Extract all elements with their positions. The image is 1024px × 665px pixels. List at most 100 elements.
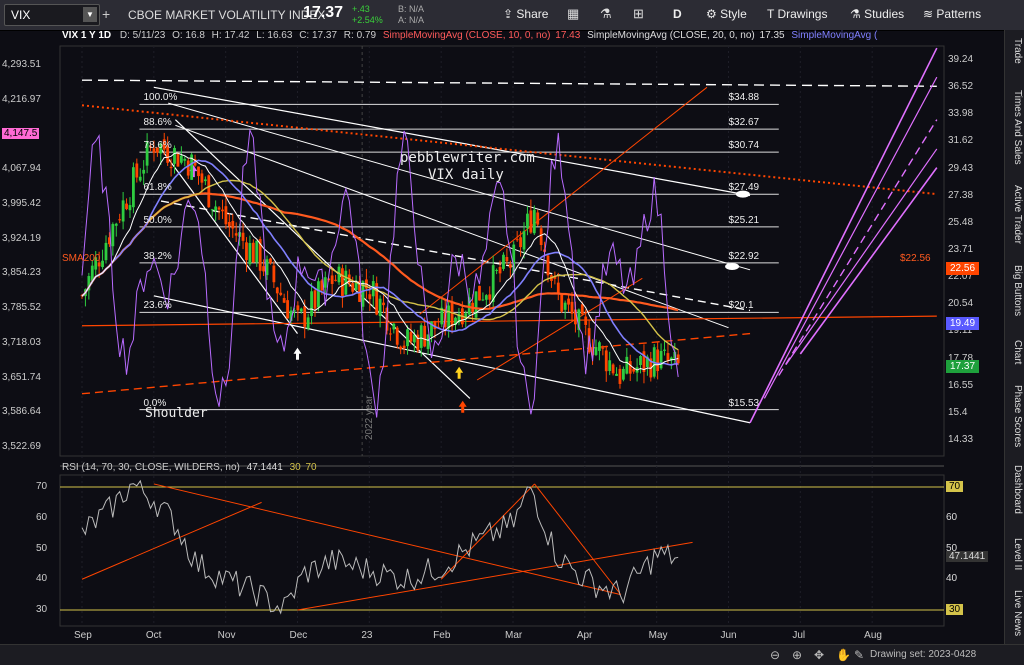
candle-body xyxy=(104,242,108,261)
candle-body xyxy=(639,355,642,366)
left-axis-label: 4,293.51 xyxy=(2,59,41,70)
candle-body xyxy=(611,364,615,374)
trend-line xyxy=(81,315,937,327)
candle-body xyxy=(419,325,423,348)
candle-body xyxy=(382,302,385,306)
candle-body xyxy=(231,221,235,229)
candle-body xyxy=(299,308,303,312)
rsi-panel xyxy=(60,479,944,615)
price-change: +.43 +2.54% xyxy=(352,4,383,26)
grid-icon[interactable]: ▦ xyxy=(567,6,579,22)
candle-body xyxy=(488,294,492,300)
candle-body xyxy=(580,304,584,315)
sidebar-tab-chart[interactable]: Chart xyxy=(1007,340,1023,364)
candle-body xyxy=(491,265,495,303)
candle-body xyxy=(604,350,608,372)
candle-body xyxy=(526,213,529,229)
x-axis-label: Nov xyxy=(217,630,236,641)
candle-body xyxy=(197,166,200,177)
sidebar-tab-phase-scores[interactable]: Phase Scores xyxy=(1007,385,1023,447)
candle-body xyxy=(221,209,224,212)
rsi-trend-line xyxy=(297,541,693,611)
rsi-left-label: 30 xyxy=(36,604,48,615)
candle-body xyxy=(601,347,605,349)
grid-settings-icon[interactable]: ⊞ xyxy=(633,6,644,22)
style-button[interactable]: ⚙ Style xyxy=(706,7,747,21)
candle-body xyxy=(659,350,663,369)
legend-header: VIX 1 Y 1D xyxy=(62,30,112,41)
candle-body xyxy=(286,300,289,319)
sidebar-tab-live-news[interactable]: Live News xyxy=(1007,590,1023,636)
change-value: +.43 xyxy=(352,4,370,14)
bid-value: B: N/A xyxy=(398,4,425,14)
candle-body xyxy=(628,361,632,374)
zoom-out-icon[interactable]: ⊖ xyxy=(770,648,780,662)
sidebar-tab-trade[interactable]: Trade xyxy=(1007,38,1023,64)
legend-sma10: SimpleMovingAvg (CLOSE, 10, 0, no) xyxy=(382,30,551,41)
candle-body xyxy=(515,239,519,241)
candle-body xyxy=(632,368,636,372)
patterns-button[interactable]: ≋ Patterns xyxy=(923,7,981,21)
add-icon[interactable]: + xyxy=(102,6,110,22)
pan-icon[interactable]: ✋ xyxy=(836,648,851,662)
interval-button[interactable]: D xyxy=(673,7,682,21)
candle-body xyxy=(522,231,526,250)
candle-body xyxy=(663,349,666,351)
candle-body xyxy=(621,368,625,380)
x-axis-label: Aug xyxy=(864,630,882,641)
share-button[interactable]: ⇪ Share xyxy=(503,7,548,21)
x-axis-label: May xyxy=(648,630,668,641)
candle-body xyxy=(101,260,104,268)
right-axis-label: 39.24 xyxy=(948,54,974,65)
zoom-in-icon[interactable]: ⊕ xyxy=(792,648,802,662)
candle-body xyxy=(334,279,337,281)
left-axis-label: 3,854.23 xyxy=(2,267,41,279)
candle-body xyxy=(234,233,238,236)
sidebar-tab-times-and-sales[interactable]: Times And Sales xyxy=(1007,90,1023,165)
candle-body xyxy=(498,267,502,274)
sidebar-tab-level-ii[interactable]: Level II xyxy=(1007,538,1023,570)
left-axis-label: 3,785.52 xyxy=(2,302,41,314)
arrow-up-icon xyxy=(293,347,302,360)
symbol-input[interactable]: VIX ▼ xyxy=(4,4,100,26)
x-axis-label: Oct xyxy=(145,630,162,641)
candle-body xyxy=(313,290,317,309)
toolbar: VIX ▼ + CBOE MARKET VOLATILITY INDEX 17.… xyxy=(0,0,1024,31)
candle-body xyxy=(478,285,481,301)
candle-body xyxy=(615,373,618,376)
flask-icon[interactable]: ⚗ xyxy=(600,6,612,22)
right-axis-label: 15.4 xyxy=(948,406,968,418)
candle-body xyxy=(251,242,255,263)
candle-body xyxy=(169,166,173,169)
sidebar-tab-active-trader[interactable]: Active Trader xyxy=(1007,185,1023,244)
fib-pct-label: 23.6% xyxy=(143,300,172,312)
fib-pct-label: 0.0% xyxy=(143,397,167,409)
candle-body xyxy=(207,175,211,208)
watermark-text: pebblewriter.com xyxy=(400,150,535,166)
pencil-icon[interactable]: ✎ xyxy=(854,648,864,662)
candle-body xyxy=(351,283,355,292)
rsi-legend: RSI (14, 70, 30, CLOSE, WILDERS, no) 47.… xyxy=(62,462,317,473)
candle-body xyxy=(262,266,266,272)
candle-body xyxy=(666,353,670,361)
right-axis-label: 29.43 xyxy=(948,162,974,174)
crosshair-icon[interactable]: ✥ xyxy=(814,648,824,662)
studies-button[interactable]: ⚗ Studies xyxy=(850,7,904,21)
right-sidebar: Trade Times And Sales Active Trader Big … xyxy=(1004,30,1024,644)
candle-body xyxy=(532,209,536,234)
drawings-button[interactable]: T Drawings xyxy=(767,7,827,21)
sidebar-tab-big-buttons[interactable]: Big Buttons xyxy=(1007,265,1023,316)
candle-body xyxy=(608,360,612,372)
candle-body xyxy=(495,269,499,271)
sidebar-tab-dashboard[interactable]: Dashboard xyxy=(1007,465,1023,514)
last-price: 17.37 xyxy=(303,4,344,21)
candle-body xyxy=(275,287,279,294)
style-icon: ⚙ xyxy=(706,7,721,21)
price-badge: 19.49 xyxy=(946,316,980,330)
fib-pct-label: 100.0% xyxy=(143,92,178,104)
candle-body xyxy=(306,317,310,329)
x-axis-label: Apr xyxy=(576,630,593,641)
symbol-dropdown-icon[interactable]: ▼ xyxy=(83,7,97,22)
x-axis-label: Mar xyxy=(505,630,523,641)
price-legend: VIX 1 Y 1D D: 5/11/23 O: 16.8 H: 17.42 L… xyxy=(62,30,877,41)
